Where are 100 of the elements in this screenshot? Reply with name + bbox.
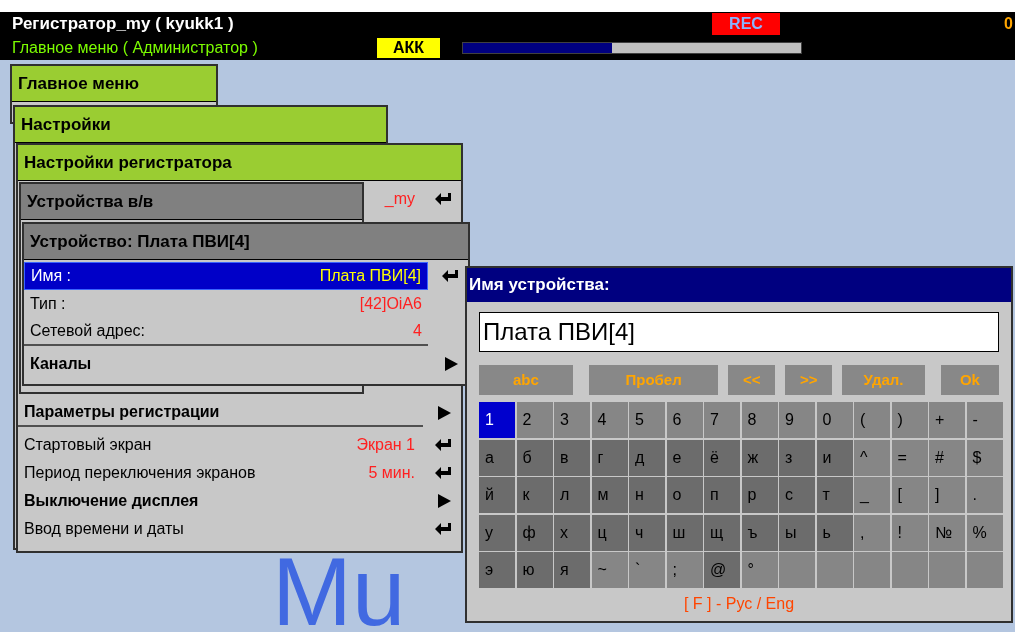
- keyboard-key[interactable]: в: [554, 439, 590, 476]
- keyboard-key[interactable]: +: [929, 402, 965, 438]
- menu-item[interactable]: Сетевой адрес: 4: [24, 318, 428, 346]
- keyboard-key[interactable]: л: [554, 477, 590, 513]
- keyboard-key[interactable]: 0: [816, 402, 853, 438]
- keyboard-key[interactable]: 5: [629, 402, 665, 438]
- window-title: Устройство: Плата ПВИ[4]: [24, 224, 468, 260]
- keyboard-key[interactable]: (: [854, 402, 890, 438]
- keyboard-key[interactable]: и: [816, 439, 853, 476]
- keyboard-key[interactable]: н: [629, 477, 665, 513]
- keyboard-key[interactable]: ж: [741, 439, 778, 476]
- keyboard-key[interactable]: [: [891, 477, 928, 513]
- keyboard-key[interactable]: 4: [591, 402, 628, 438]
- keyboard-key[interactable]: д: [629, 439, 665, 476]
- keyboard-key[interactable]: !: [891, 514, 928, 551]
- keyboard-key[interactable]: ъ: [741, 514, 778, 551]
- item-value: 5 мин.: [368, 463, 415, 483]
- window-title: Настройки регистратора: [18, 145, 461, 181]
- keyboard-key[interactable]: ч: [629, 514, 665, 551]
- submenu-arrow-icon: [444, 357, 458, 371]
- keyboard-key[interactable]: .: [966, 477, 1003, 513]
- menu-item[interactable]: Каналы: [24, 350, 430, 378]
- item-value: Плата ПВИ[4]: [319, 266, 421, 286]
- keyboard-key[interactable]: ь: [816, 514, 853, 551]
- keyboard-key[interactable]: 8: [741, 402, 778, 438]
- keyboard-key[interactable]: ;: [666, 552, 703, 588]
- enter-icon: [435, 193, 451, 205]
- keyboard-key[interactable]: ё: [704, 439, 740, 476]
- rec-indicator: REC: [712, 13, 780, 35]
- keyboard-key[interactable]: о: [666, 477, 703, 513]
- keyboard-key[interactable]: _: [854, 477, 890, 513]
- keyboard-key[interactable]: р: [741, 477, 778, 513]
- keyboard-key[interactable]: к: [516, 477, 553, 513]
- blank-key: [854, 552, 890, 588]
- keyboard-key[interactable]: й: [479, 477, 515, 513]
- menu-item[interactable]: Тип : [42]OiA6: [24, 290, 428, 318]
- item-label: Ввод времени и даты: [24, 519, 184, 539]
- item-label: Стартовый экран: [24, 435, 152, 455]
- menu-item[interactable]: Выключение дисплея: [18, 487, 423, 515]
- keyboard-key[interactable]: -: [966, 402, 1003, 438]
- keyboard-key[interactable]: м: [591, 477, 628, 513]
- keyboard-key[interactable]: 6: [666, 402, 703, 438]
- keyboard-key[interactable]: ш: [666, 514, 703, 551]
- keyboard-key[interactable]: а: [479, 439, 515, 476]
- keyboard-key[interactable]: 2: [516, 402, 553, 438]
- menu-item[interactable]: Имя : Плата ПВИ[4]: [24, 262, 428, 290]
- item-value: Экран 1: [356, 435, 415, 455]
- keyboard-key[interactable]: 3: [554, 402, 590, 438]
- keyboard-key[interactable]: с: [779, 477, 815, 513]
- keyboard-key[interactable]: 9: [779, 402, 815, 438]
- enter-icon: [435, 523, 451, 535]
- keyboard-key[interactable]: ф: [516, 514, 553, 551]
- keyboard-key[interactable]: т: [816, 477, 853, 513]
- keyboard-key[interactable]: $: [966, 439, 1003, 476]
- keyboard-key[interactable]: х: [554, 514, 590, 551]
- keyboard-key[interactable]: я: [554, 552, 590, 588]
- submenu-arrow-icon: [437, 494, 451, 508]
- item-label: Сетевой адрес:: [30, 321, 146, 341]
- blank-key: [929, 552, 965, 588]
- keyboard-key[interactable]: п: [704, 477, 740, 513]
- item-label: Каналы: [30, 354, 92, 374]
- keyboard-key[interactable]: ): [891, 402, 928, 438]
- keyboard-key[interactable]: щ: [704, 514, 740, 551]
- menu-item[interactable]: Ввод времени и даты: [18, 515, 421, 543]
- enter-icon: [442, 270, 458, 282]
- keyboard-key[interactable]: №: [929, 514, 965, 551]
- menu-item[interactable]: Параметры регистрации: [18, 399, 423, 427]
- menu-item[interactable]: Стартовый экран Экран 1: [18, 431, 421, 459]
- keyboard-key[interactable]: у: [479, 514, 515, 551]
- keyboard-key[interactable]: 7: [704, 402, 740, 438]
- header-title: Регистратор_my ( kyukk1 ): [12, 13, 235, 36]
- keyboard-key[interactable]: ,: [854, 514, 890, 551]
- keyboard-key[interactable]: з: [779, 439, 815, 476]
- keyboard-key[interactable]: ы: [779, 514, 815, 551]
- keyboard-key[interactable]: @: [704, 552, 740, 588]
- status-text: 0: [1004, 14, 1014, 34]
- keyboard-key[interactable]: б: [516, 439, 553, 476]
- keyboard-key[interactable]: е: [666, 439, 703, 476]
- keyboard-key[interactable]: ^: [854, 439, 890, 476]
- window-title: Устройства в/в: [21, 184, 362, 220]
- menu-item[interactable]: Период переключения экранов 5 мин.: [18, 459, 421, 487]
- keyboard-key[interactable]: г: [591, 439, 628, 476]
- keyboard-key[interactable]: ~: [591, 552, 628, 588]
- item-label: Имя :: [31, 266, 72, 286]
- keyboard-key[interactable]: ]: [929, 477, 965, 513]
- text-input-field[interactable]: Плата ПВИ[4]: [479, 312, 999, 352]
- keyboard-key[interactable]: `: [629, 552, 665, 588]
- keyboard-key[interactable]: %: [966, 514, 1003, 551]
- battery-label: АКК: [377, 38, 440, 58]
- keyboard-key[interactable]: °: [741, 552, 778, 588]
- keyboard-hint: [ F ] - Рус / Eng: [682, 594, 796, 614]
- enter-icon: [435, 467, 451, 479]
- header-subtitle: Главное меню ( Администратор ): [12, 38, 259, 58]
- keyboard-key[interactable]: #: [929, 439, 965, 476]
- keyboard-key[interactable]: 1: [479, 402, 515, 438]
- keyboard-key[interactable]: э: [479, 552, 515, 588]
- blank-key: [891, 552, 928, 588]
- keyboard-key[interactable]: ю: [516, 552, 553, 588]
- keyboard-key[interactable]: ц: [591, 514, 628, 551]
- keyboard-key[interactable]: =: [891, 439, 928, 476]
